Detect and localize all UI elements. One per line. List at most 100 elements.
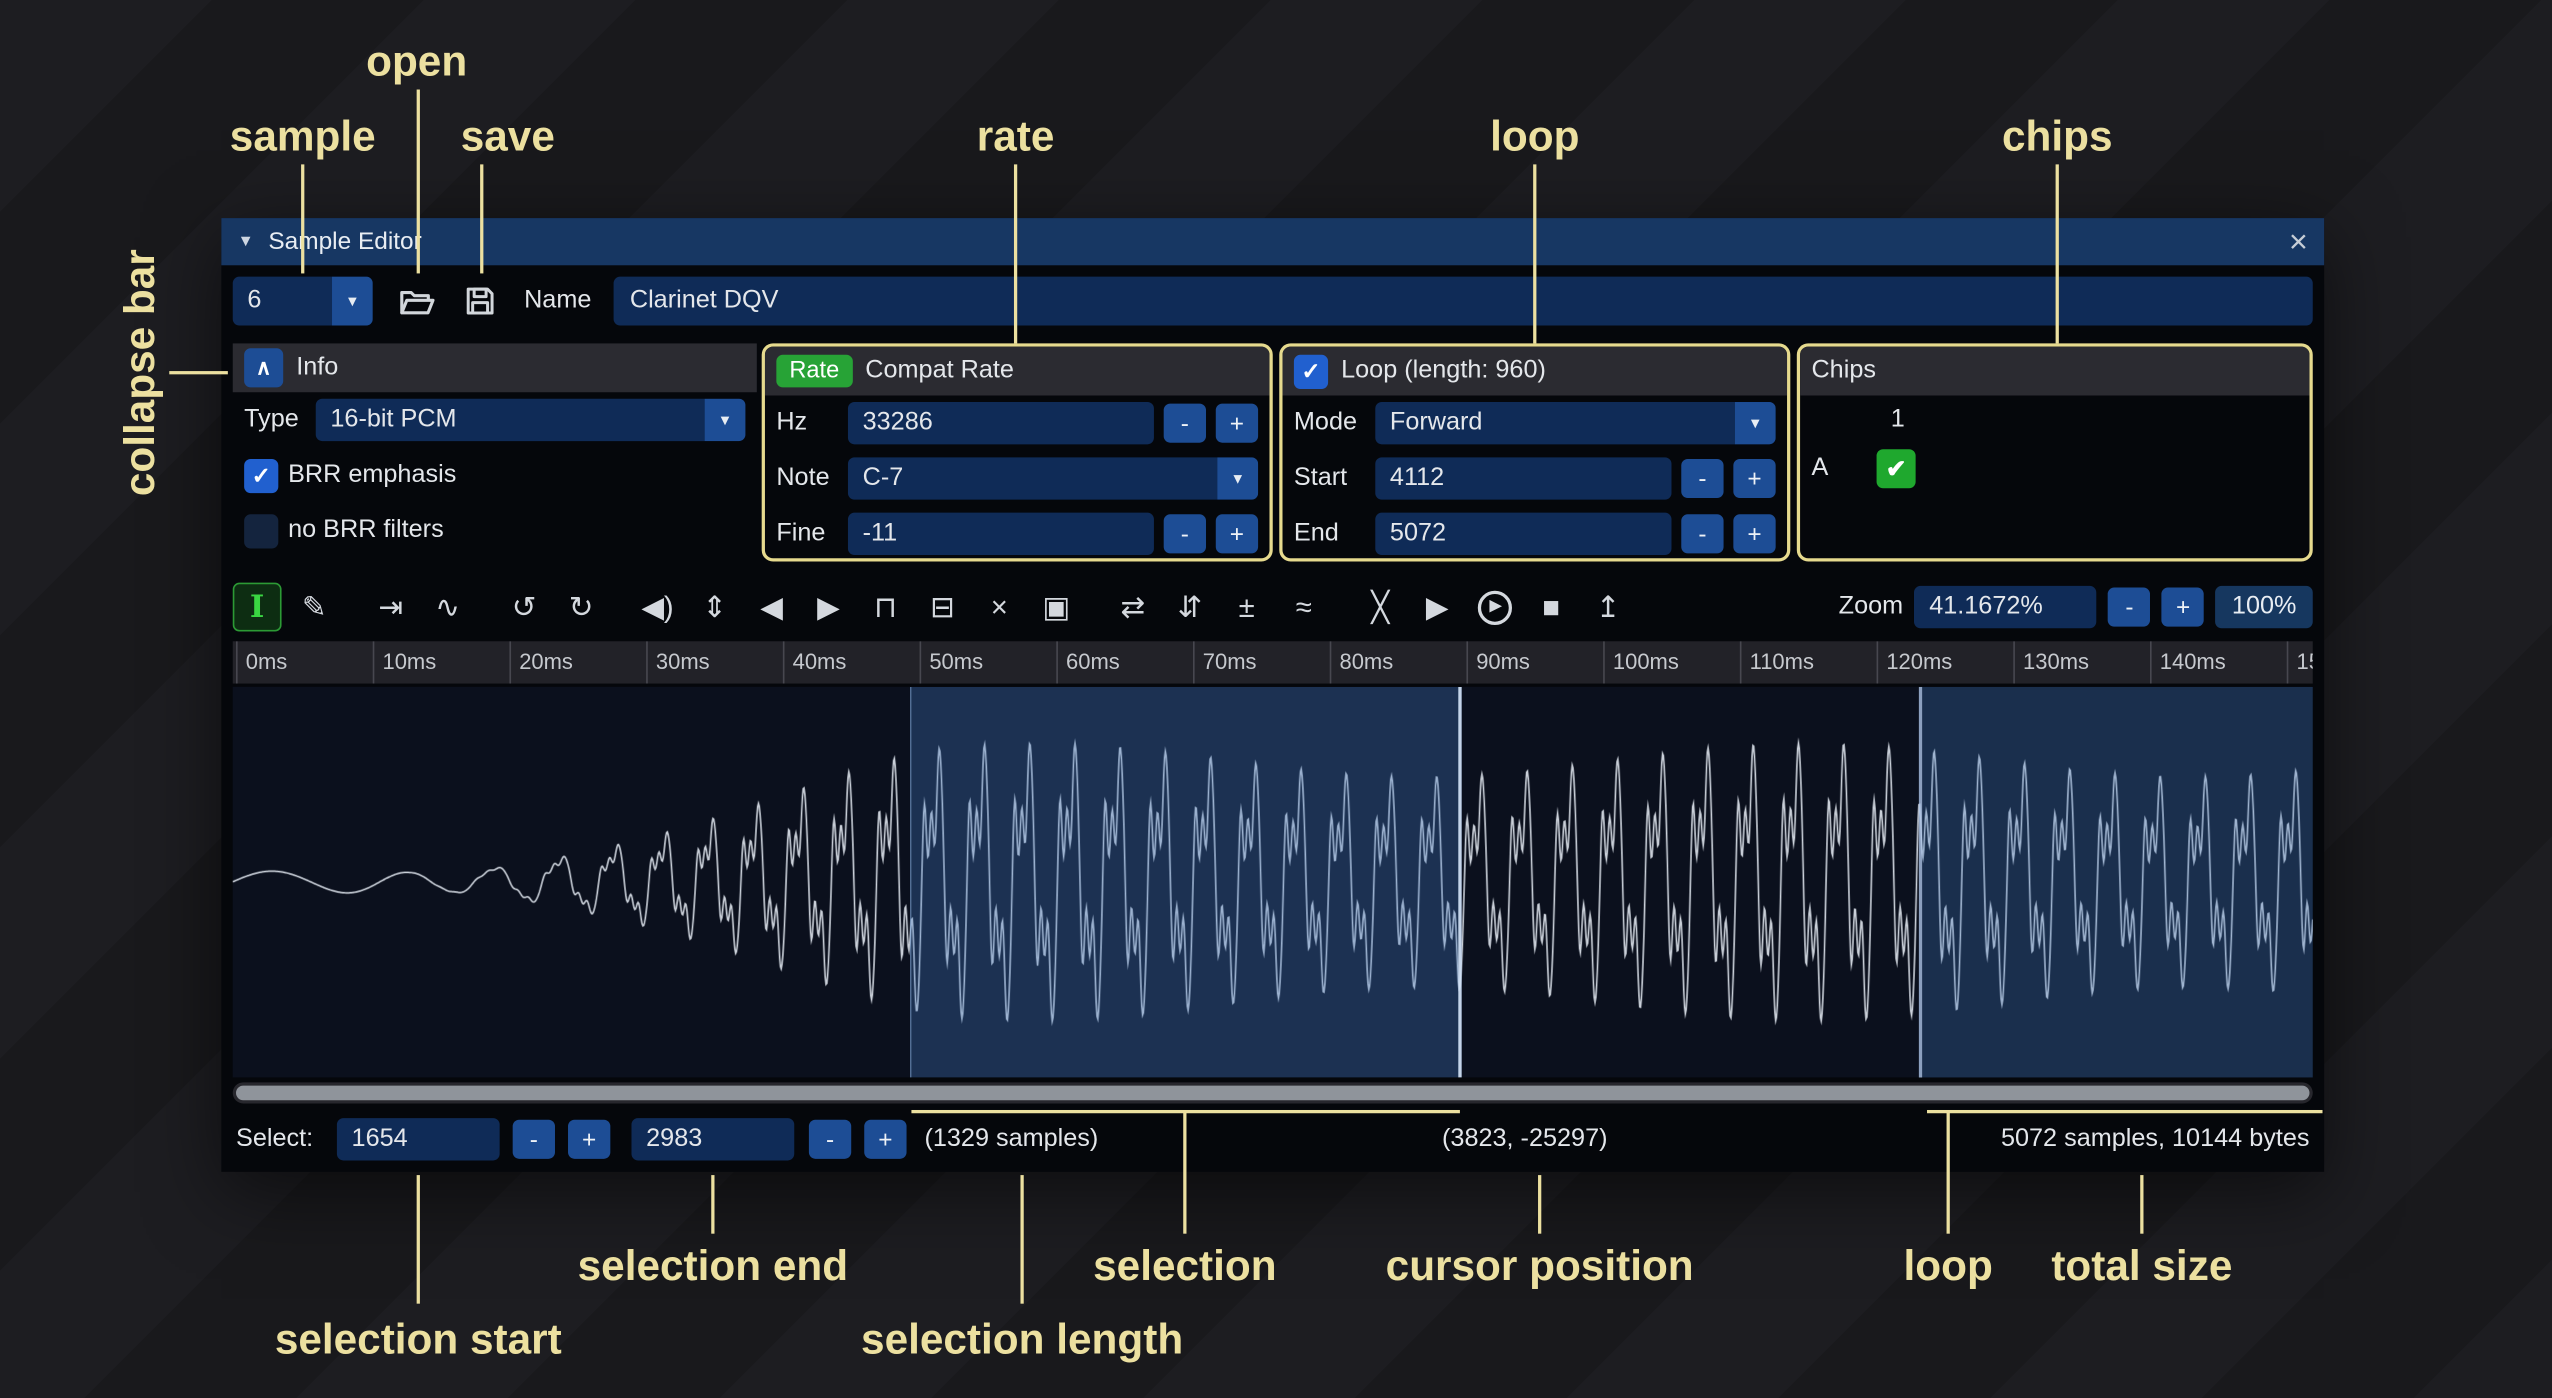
- total-size-text: 5072 samples, 10144 bytes: [2001, 1113, 2310, 1165]
- chevron-down-icon[interactable]: ▼: [705, 399, 746, 441]
- amplify-button[interactable]: ◀): [633, 583, 682, 632]
- selection-end-plus-button[interactable]: +: [864, 1120, 906, 1159]
- waveform-display[interactable]: [233, 687, 2313, 1078]
- window-titlebar[interactable]: ▼ Sample Editor ×: [221, 218, 2324, 265]
- zoom-plus-button[interactable]: +: [2162, 588, 2204, 627]
- ruler-tick: 80ms: [1330, 641, 1393, 683]
- chevron-down-icon[interactable]: ▼: [332, 277, 373, 326]
- loop-start-input[interactable]: 4112: [1375, 457, 1671, 499]
- selection-end-input[interactable]: 2983: [631, 1118, 794, 1160]
- edit-select-button[interactable]: I: [233, 583, 282, 632]
- selection-region[interactable]: [910, 687, 1462, 1078]
- draw-pencil-button[interactable]: ✎: [290, 583, 339, 632]
- resize-button[interactable]: ⇥: [366, 583, 415, 632]
- window-title: Sample Editor: [268, 228, 421, 256]
- annotation-rate: rate: [977, 111, 1055, 161]
- stop-button[interactable]: ■: [1527, 583, 1576, 632]
- zoom-input[interactable]: 41.1672%: [1915, 586, 2097, 628]
- trim-button[interactable]: ▣: [1032, 583, 1081, 632]
- close-button[interactable]: ×: [2289, 225, 2308, 258]
- loop-end-plus-button[interactable]: +: [1733, 514, 1775, 553]
- chip-row-label: A: [1811, 454, 1866, 483]
- annotation-selection-end: selection end: [578, 1241, 848, 1291]
- redo-icon: ↻: [569, 592, 594, 621]
- window-collapse-icon[interactable]: ▼: [238, 233, 254, 251]
- no-brr-filters-checkbox[interactable]: [244, 513, 278, 547]
- annotation-line-total-size: [2140, 1175, 2143, 1234]
- sample-number-select[interactable]: 6 ▼: [233, 277, 373, 326]
- annotation-sample: sample: [230, 111, 376, 161]
- sample-editor-window: ▼ Sample Editor × 6 ▼ Name Clarinet DQV: [221, 218, 2324, 1172]
- invert-icon: ⇵: [1177, 592, 1202, 621]
- property-panels: ∧ Info Type 16-bit PCM ▼ ✓ BRR emphasis: [221, 343, 2324, 561]
- ruler-tick: 90ms: [1466, 641, 1529, 683]
- selection-start-minus-button[interactable]: -: [513, 1120, 555, 1159]
- ruler-tick: 20ms: [509, 641, 572, 683]
- fade-out-button[interactable]: ▶: [804, 583, 853, 632]
- normalize-button[interactable]: ⇕: [690, 583, 739, 632]
- undo-button[interactable]: ↺: [500, 583, 549, 632]
- ruler-tick: 30ms: [646, 641, 709, 683]
- fine-minus-button[interactable]: -: [1164, 514, 1206, 553]
- hz-input[interactable]: 33286: [848, 402, 1154, 444]
- selection-start-plus-button[interactable]: +: [568, 1120, 610, 1159]
- waveform-scrollbar[interactable]: [233, 1082, 2313, 1103]
- sign-invert-button[interactable]: ±: [1222, 583, 1271, 632]
- open-button[interactable]: [391, 277, 440, 326]
- loop-panel: ✓ Loop (length: 960) Mode Forward ▼ Star…: [1279, 343, 1790, 561]
- selection-start-input[interactable]: 1654: [337, 1118, 500, 1160]
- zoom-area: Zoom 41.1672% - + 100%: [1839, 586, 2313, 628]
- loop-region[interactable]: [1919, 687, 2313, 1078]
- fine-input[interactable]: -11: [848, 513, 1154, 555]
- draw-pencil-icon: ✎: [302, 592, 327, 621]
- hz-minus-button[interactable]: -: [1164, 404, 1206, 443]
- sample-type-select[interactable]: 16-bit PCM ▼: [316, 399, 746, 441]
- play-position-button[interactable]: ▶: [1470, 583, 1519, 632]
- invert-button[interactable]: ⇵: [1165, 583, 1214, 632]
- delete-icon: ×: [991, 592, 1008, 621]
- fine-plus-button[interactable]: +: [1216, 514, 1258, 553]
- import-button[interactable]: ↥: [1584, 583, 1633, 632]
- preview-icon: ▶: [1426, 592, 1449, 621]
- sign-invert-icon: ±: [1239, 592, 1255, 621]
- redo-button[interactable]: ↻: [557, 583, 606, 632]
- chevron-down-icon[interactable]: ▼: [1735, 402, 1776, 444]
- collapse-bar-button[interactable]: ∧: [244, 348, 283, 387]
- filter-button[interactable]: ≈: [1279, 583, 1328, 632]
- hz-plus-button[interactable]: +: [1216, 404, 1258, 443]
- zoom-minus-button[interactable]: -: [2108, 588, 2150, 627]
- annotation-line-collapse-bar: [169, 371, 228, 374]
- insert-silence-button[interactable]: ⊓: [861, 583, 910, 632]
- reverse-button[interactable]: ⇄: [1108, 583, 1157, 632]
- chip-enable-checkbox[interactable]: ✔: [1877, 449, 1916, 488]
- loop-mode-select[interactable]: Forward ▼: [1375, 402, 1775, 444]
- sample-name-input[interactable]: Clarinet DQV: [614, 277, 2313, 326]
- ruler-tick: 150ms: [2287, 641, 2313, 683]
- zoom-reset-button[interactable]: 100%: [2216, 586, 2313, 628]
- fade-in-button[interactable]: ◀: [747, 583, 796, 632]
- save-button[interactable]: [456, 277, 505, 326]
- preview-button[interactable]: ▶: [1413, 583, 1462, 632]
- ruler-tick: 110ms: [1740, 641, 1814, 683]
- delete-button[interactable]: ×: [975, 583, 1024, 632]
- resample-icon: ∿: [435, 592, 460, 621]
- scrollbar-thumb[interactable]: [236, 1086, 2309, 1101]
- crossfade-button[interactable]: ╳: [1356, 583, 1405, 632]
- loop-start-minus-button[interactable]: -: [1681, 459, 1723, 498]
- note-value: C-7: [848, 457, 1217, 499]
- apply-silence-button[interactable]: ⊟: [918, 583, 967, 632]
- play-position-icon: ▶: [1477, 590, 1511, 624]
- loop-enable-checkbox[interactable]: ✓: [1294, 354, 1328, 388]
- note-select[interactable]: C-7 ▼: [848, 457, 1258, 499]
- loop-start-plus-button[interactable]: +: [1733, 459, 1775, 498]
- chevron-down-icon[interactable]: ▼: [1217, 457, 1258, 499]
- annotation-collapse-bar: collapse bar: [115, 249, 165, 496]
- cursor-position-text: (3823, -25297): [1442, 1113, 1608, 1165]
- ruler-tick: 40ms: [783, 641, 846, 683]
- brr-emphasis-checkbox[interactable]: ✓: [244, 458, 278, 492]
- resample-button[interactable]: ∿: [423, 583, 472, 632]
- loop-end-label: End: [1294, 519, 1366, 548]
- loop-end-input[interactable]: 5072: [1375, 513, 1671, 555]
- loop-end-minus-button[interactable]: -: [1681, 514, 1723, 553]
- selection-end-minus-button[interactable]: -: [809, 1120, 851, 1159]
